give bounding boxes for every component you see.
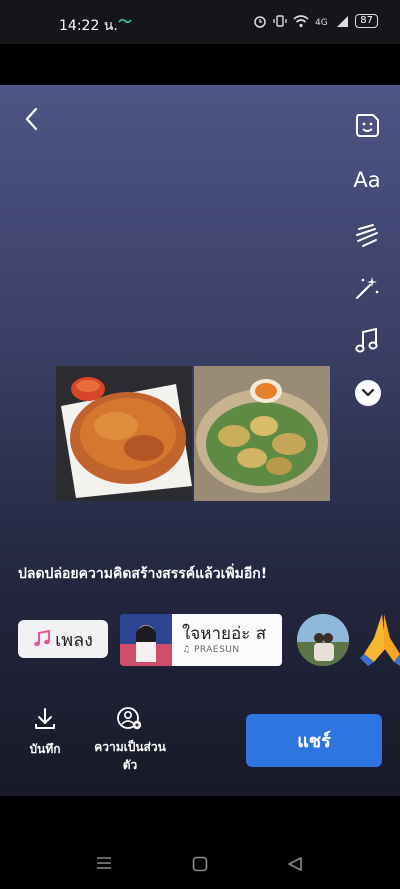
text-tool-button[interactable]: Aa [352,165,382,195]
magic-wand-icon [355,277,379,300]
praying-hands-icon [360,614,400,666]
download-icon [35,708,55,729]
music-chip-label: เพลง [55,629,93,651]
menu-icon[interactable] [96,856,112,870]
vibrate-icon [273,15,287,27]
photo-fried-noodles[interactable] [56,366,192,501]
song-artist: ♫ PRAESUN [182,645,240,655]
privacy-label: ความเป็นส่วนตัว [94,740,166,772]
privacy-settings-icon [117,707,142,730]
battery-indicator: 87 [355,14,378,28]
caption-text: ปลดปล่อยความคิดสร้างสรรค์แล้วเพิ่มอีก! [18,566,268,582]
home-icon[interactable] [192,856,208,872]
signal-icon [337,15,349,27]
profile-photo-sticker[interactable] [297,614,349,666]
song-title: ใจหายอ่ะ ส [182,624,267,644]
back-nav-icon[interactable] [287,856,303,872]
save-label: บันทึก [29,742,61,756]
save-button[interactable]: บันทึก [22,707,68,759]
effects-button[interactable] [352,220,382,250]
back-button[interactable] [20,105,44,133]
svg-text:4G: 4G [315,18,328,28]
chevron-down-icon [361,388,375,397]
system-nav-bar [0,796,400,889]
magic-button[interactable] [352,273,382,303]
privacy-button[interactable]: ความเป็นส่วนตัว [90,707,170,774]
editor-stage: Aa ปลดปล่อยความคิดสร้างสรรค์แล้วเพิ่มอีก… [0,85,400,796]
emoji-sticker[interactable] [360,608,400,666]
photo-collage[interactable] [56,366,331,501]
share-button[interactable]: แชร์ [246,714,382,767]
music-tool-button[interactable] [352,326,382,356]
sticker-button[interactable] [352,110,382,140]
chevron-left-icon [25,107,38,131]
status-bar: 14:22 น. 4G 87 [0,0,400,44]
food-image-2 [194,366,330,501]
scribble-icon [356,224,378,247]
text-tool-label: Aa [353,168,381,192]
wave-icon [118,18,132,24]
music-chip-button[interactable]: เพลง [18,620,108,658]
music-note-small-icon: ♫ [182,645,194,655]
song-cover-image [120,614,172,666]
photo-fried-snacks[interactable] [194,366,330,501]
song-suggestion-card[interactable]: ใจหายอ่ะ ส ♫ PRAESUN [120,614,282,666]
more-tools-button[interactable] [355,380,381,406]
status-time: 14:22 น. [59,18,118,34]
music-note-icon [34,630,51,647]
avatar-image [297,614,349,666]
alarm-icon [254,16,267,28]
wifi-icon [293,14,309,27]
network-icon: 4G [315,18,328,28]
status-icons: 4G 87 [253,14,378,28]
music-note-icon [355,327,378,353]
sticker-icon [356,114,379,137]
food-image-1 [56,366,192,501]
